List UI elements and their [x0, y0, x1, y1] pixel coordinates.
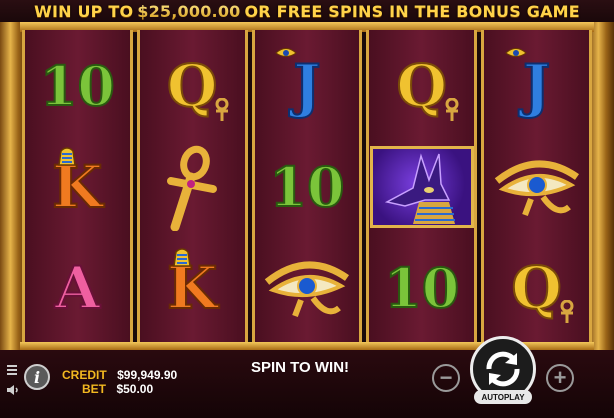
symbol-ten: 10: [370, 242, 474, 334]
promo-banner: WIN UP TO $25,000.00 OR FREE SPINS IN TH…: [0, 0, 614, 22]
symbol-jack-label: J: [292, 52, 321, 121]
symbol-ten: 10: [25, 40, 129, 132]
reel-2: Q K: [136, 30, 248, 344]
symbol-ankh: [140, 141, 244, 233]
minus-icon: −: [439, 365, 453, 390]
banner-suffix: OR FREE SPINS IN THE BONUS GAME: [244, 1, 580, 21]
info-button[interactable]: i: [24, 364, 50, 390]
symbol-ten-label: 10: [39, 54, 116, 119]
spin-arrows-icon: [486, 351, 520, 387]
symbol-queen-label: Q: [510, 253, 563, 322]
symbol-eye-of-horus: [255, 242, 359, 334]
bet-value: $50.00: [116, 382, 154, 396]
mini-eye-icon: [275, 48, 297, 58]
anubis-head-icon: [384, 153, 455, 224]
symbol-ten: 10: [255, 141, 359, 233]
sound-icon[interactable]: [6, 384, 20, 396]
anubis-frame: [369, 145, 474, 228]
bet-label: BET: [82, 382, 106, 396]
symbol-queen-label: Q: [166, 52, 219, 121]
symbol-eye-of-horus: [485, 141, 589, 233]
plus-icon: +: [553, 365, 567, 390]
symbol-anubis: [369, 141, 474, 233]
banner-prefix: WIN UP TO: [34, 1, 134, 21]
menu-icon[interactable]: [6, 364, 18, 376]
symbol-jack: J: [255, 40, 359, 132]
mini-eye-icon: [504, 48, 527, 58]
symbol-ten-label: 10: [383, 255, 460, 320]
symbol-jack-label: J: [522, 52, 551, 121]
symbol-ace-label: A: [54, 253, 101, 322]
eye-of-horus-icon: [264, 261, 349, 317]
reel-3: J 10: [251, 30, 363, 344]
reel-4: Q 10: [366, 30, 478, 344]
reel-5: J Q: [481, 30, 592, 344]
symbol-queen: Q: [370, 40, 474, 132]
pharaoh-head-icon: [173, 247, 192, 267]
info-icon: i: [33, 367, 41, 387]
symbol-king: K: [140, 242, 244, 334]
mini-ankh-icon: [215, 98, 229, 122]
decrease-bet-button[interactable]: −: [432, 364, 460, 392]
eye-of-horus-icon: [494, 160, 579, 217]
pharaoh-head-icon: [58, 147, 77, 166]
symbol-king: K: [25, 141, 129, 233]
increase-bet-button[interactable]: +: [546, 364, 574, 392]
reel-grid: 10 K A Q K J 10 Q 10 J Q: [22, 30, 592, 344]
autoplay-button[interactable]: AUTOPLAY: [474, 390, 532, 404]
banner-amount: $25,000.00: [137, 1, 241, 21]
symbol-jack: J: [485, 40, 589, 132]
symbol-queen: Q: [140, 40, 244, 132]
symbol-ace: A: [25, 242, 129, 334]
ankh-icon: [167, 145, 218, 231]
mini-ankh-icon: [560, 299, 574, 323]
symbol-queen: Q: [485, 242, 589, 334]
symbol-ten-label: 10: [268, 154, 345, 219]
bet-display: BET $50.00: [82, 380, 153, 398]
reel-1: 10 K A: [22, 30, 133, 344]
mini-ankh-icon: [445, 98, 459, 122]
symbol-queen-label: Q: [396, 52, 449, 121]
status-message: SPIN TO WIN!: [250, 359, 350, 376]
